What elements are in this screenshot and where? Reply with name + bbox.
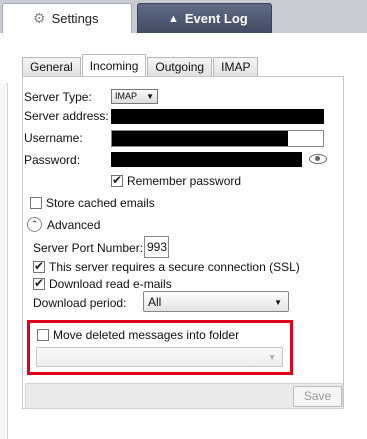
tab-settings[interactable]: ⚙ Settings [2,3,132,33]
move-deleted-row[interactable]: Move deleted messages into folder [37,328,239,342]
advanced-toggle[interactable]: ⌃ Advanced [27,217,100,232]
server-address-label: Server address: [24,109,109,123]
save-button[interactable]: Save [293,386,342,407]
folder-select[interactable]: ▼ [36,347,283,367]
warning-icon: ▲ [168,12,179,25]
server-type-label: Server Type: [24,90,92,104]
server-address-row: Server address: [24,109,109,123]
sub-tab-bar: General Incoming Outgoing IMAP [22,54,259,76]
server-address-input[interactable] [111,109,324,124]
tab-event-log-label: Event Log [184,11,248,26]
store-cached-row[interactable]: Store cached emails [30,196,155,210]
tab-outgoing[interactable]: Outgoing [147,57,213,76]
secure-connection-row[interactable]: This server requires a secure connection… [33,259,300,274]
server-port-label: Server Port Number: [33,241,144,255]
chevron-down-icon: ▼ [274,298,282,307]
username-redaction [112,131,288,146]
remember-password-checkbox[interactable] [111,173,123,187]
server-type-value: IMAP [115,91,138,101]
gear-icon: ⚙ [33,10,46,26]
tab-settings-label: Settings [51,11,99,26]
server-port-input[interactable]: 993 [144,236,169,258]
tab-general[interactable]: General [22,57,81,76]
password-label: Password: [24,153,81,167]
secure-connection-label: This server requires a secure connection… [49,260,300,274]
server-type-row: Server Type: [24,90,92,104]
password-input[interactable] [111,152,302,167]
chevron-down-icon: ▼ [268,353,276,362]
left-panel-edge [0,83,8,439]
download-read-checkbox[interactable] [33,276,45,290]
password-row: Password: [24,153,80,167]
remember-password-row[interactable]: Remember password [111,173,242,188]
secure-connection-checkbox[interactable] [33,259,45,273]
server-type-dropdown[interactable]: IMAP ▼ [111,89,158,104]
download-read-label: Download read e-mails [49,277,172,291]
download-period-row: Download period: [33,296,126,310]
tab-imap[interactable]: IMAP [213,57,259,76]
settings-page: General Incoming Outgoing IMAP Server Ty… [0,33,367,439]
server-port-row: Server Port Number: [33,241,143,255]
remember-password-label: Remember password [127,174,242,188]
advanced-label: Advanced [47,217,101,232]
tab-incoming[interactable]: Incoming [81,54,147,76]
username-row: Username: [24,131,83,145]
move-deleted-label: Move deleted messages into folder [53,328,240,342]
download-period-value: All [148,295,162,309]
download-period-label: Download period: [33,296,127,310]
chevron-up-icon[interactable]: ⌃ [27,217,42,232]
download-read-row[interactable]: Download read e-mails [33,276,172,291]
tab-event-log[interactable]: ▲ Event Log [137,3,272,33]
move-deleted-checkbox[interactable] [37,329,49,341]
store-cached-label: Store cached emails [46,196,155,210]
store-cached-checkbox[interactable] [30,197,42,209]
download-period-select[interactable]: All ▼ [143,291,289,312]
eye-icon[interactable] [309,154,327,164]
chevron-down-icon: ▼ [146,92,154,101]
top-tab-bar: ⚙ Settings ▲ Event Log [0,0,367,33]
username-input[interactable] [111,130,324,147]
username-label: Username: [24,131,83,145]
